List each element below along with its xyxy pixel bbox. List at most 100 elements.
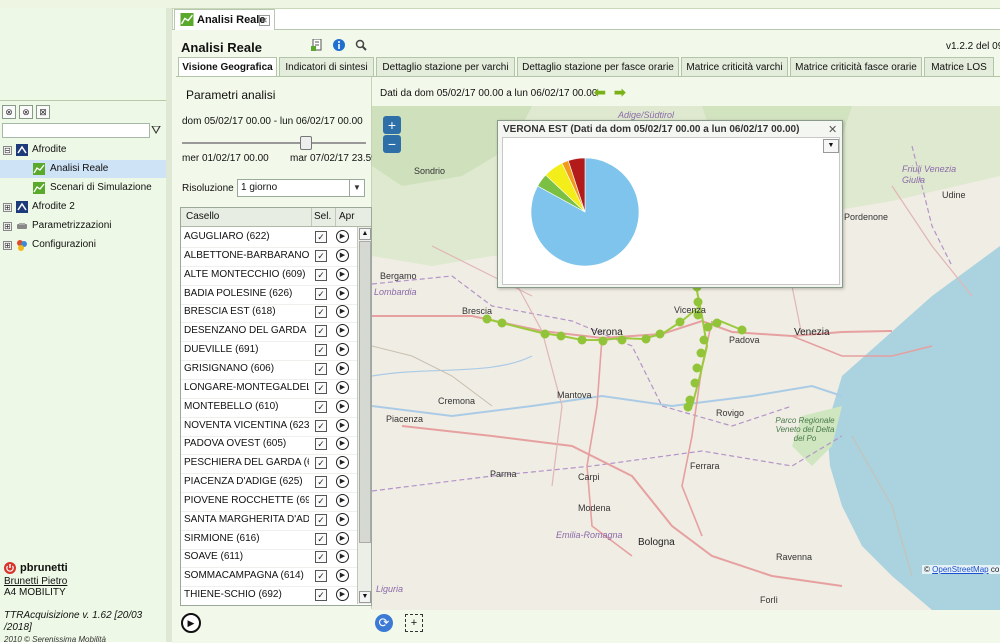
tree-item-afrodite[interactable]: ⊟ Afrodite [0,141,166,159]
tab-matrice-criticita-varchi[interactable]: Matrice criticità varchi [681,57,788,77]
power-icon[interactable] [4,562,16,574]
info-icon[interactable] [333,39,345,51]
select-checkbox[interactable]: ✓ [315,287,327,300]
select-checkbox[interactable]: ✓ [315,494,327,507]
play-all-button[interactable]: ▶ [181,613,201,633]
map-zoom-in-button[interactable]: + [383,116,401,134]
select-checkbox[interactable]: ✓ [315,268,327,281]
table-row[interactable]: DUEVILLE (691) ✓ ▶ [181,341,357,362]
col-casello[interactable]: Casello [186,208,219,226]
select-checkbox[interactable]: ✓ [315,381,327,394]
collapse-all-icon[interactable]: ⊗ [2,105,16,119]
select-checkbox[interactable]: ✓ [315,457,327,470]
open-play-icon[interactable]: ▶ [336,531,349,545]
select-checkbox[interactable]: ✓ [315,325,327,338]
time-slider-handle[interactable] [300,136,313,150]
tab-visione-geografica[interactable]: Visione Geografica [178,57,277,78]
search-icon[interactable] [355,39,367,51]
open-play-icon[interactable]: ▶ [336,588,349,602]
close-tab-icon[interactable]: ✕ [259,15,270,26]
open-play-icon[interactable]: ▶ [336,418,349,432]
select-checkbox[interactable]: ✓ [315,362,327,375]
nav-filter-input[interactable] [2,123,150,138]
arrow-left-icon[interactable]: ⬅ [594,84,606,101]
open-play-icon[interactable]: ▶ [336,286,349,300]
open-play-icon[interactable]: ▶ [336,550,349,564]
tab-dettaglio-fasce-orarie[interactable]: Dettaglio stazione per fasce orarie [517,57,679,77]
select-checkbox[interactable]: ✓ [315,438,327,451]
table-row[interactable]: PESCHIERA DEL GARDA (613 ✓ ▶ [181,454,357,475]
open-play-icon[interactable]: ▶ [336,399,349,413]
table-row[interactable]: SOMMACAMPAGNA (614) ✓ ▶ [181,567,357,588]
open-play-icon[interactable]: ▶ [336,512,349,526]
open-play-icon[interactable]: ▶ [336,230,349,243]
col-apri[interactable]: Apr [339,208,355,226]
tree-expand-icon[interactable]: ⊞ [3,222,12,231]
select-checkbox[interactable]: ✓ [315,249,327,262]
filter-icon[interactable]: ⛛ [151,123,161,138]
scroll-down-icon[interactable]: ▼ [359,591,371,603]
time-slider-track[interactable] [182,142,366,144]
resolution-select[interactable]: 1 giorno ▼ [237,179,365,197]
select-checkbox[interactable]: ✓ [315,306,327,319]
table-row[interactable]: THIENE-SCHIO (692) ✓ ▶ [181,586,357,605]
zoom-box-icon[interactable]: + [405,614,423,632]
table-row[interactable]: NOVENTA VICENTINA (623) ✓ ▶ [181,417,357,437]
open-play-icon[interactable]: ▶ [336,305,349,319]
table-row[interactable]: PIOVENE ROCCHETTE (693) ✓ ▶ [181,492,357,512]
open-play-icon[interactable]: ▶ [336,343,349,357]
open-play-icon[interactable]: ▶ [336,380,349,394]
arrow-right-icon[interactable]: ➡ [614,84,626,101]
tree-item-analisi-reale[interactable]: Analisi Reale [0,160,166,178]
col-sel[interactable]: Sel. [314,208,331,226]
tab-matrice-los[interactable]: Matrice LOS [924,57,994,77]
table-row[interactable]: SOAVE (611) ✓ ▶ [181,548,357,569]
scroll-thumb[interactable] [359,241,371,543]
tab-analisi-reale[interactable]: Analisi Reale ✕ [174,9,275,30]
table-row[interactable]: PADOVA OVEST (605) ✓ ▶ [181,435,357,456]
select-checkbox[interactable]: ✓ [315,513,327,526]
select-checkbox[interactable]: ✓ [315,419,327,432]
tree-collapse-icon[interactable]: ⊟ [3,146,12,155]
open-play-icon[interactable]: ▶ [336,437,349,451]
map-zoom-out-button[interactable]: − [383,135,401,153]
select-checkbox[interactable]: ✓ [315,231,327,243]
open-play-icon[interactable]: ▶ [336,456,349,470]
open-play-icon[interactable]: ▶ [336,267,349,281]
tree-item-configurazioni[interactable]: ⊞ Configurazioni [0,236,166,254]
open-play-icon[interactable]: ▶ [336,248,349,262]
table-row[interactable]: DESENZANO DEL GARDA (617 ✓ ▶ [181,322,357,343]
tree-expand-icon[interactable]: ⊞ [3,241,12,250]
chevron-down-icon[interactable]: ▼ [349,180,364,196]
tree-item-parametrizzazioni[interactable]: ⊞ Parametrizzazioni [0,217,166,235]
open-play-icon[interactable]: ▶ [336,569,349,583]
scroll-up-icon[interactable]: ▲ [359,228,371,240]
table-row[interactable]: AGUGLIARO (622) ✓ ▶ [181,228,357,248]
select-checkbox[interactable]: ✓ [315,551,327,564]
open-play-icon[interactable]: ▶ [336,361,349,375]
select-checkbox[interactable]: ✓ [315,344,327,357]
select-checkbox[interactable]: ✓ [315,532,327,545]
table-row[interactable]: BADIA POLESINE (626) ✓ ▶ [181,285,357,305]
table-row[interactable]: SIRMIONE (616) ✓ ▶ [181,530,357,550]
tab-matrice-criticita-fasce[interactable]: Matrice criticità fasce orarie [790,57,922,77]
openstreetmap-link[interactable]: OpenStreetMap [932,565,988,574]
refresh-icon[interactable]: ⟳ [375,614,393,632]
tab-dettaglio-varchi[interactable]: Dettaglio stazione per varchi [376,57,515,77]
select-checkbox[interactable]: ✓ [315,476,327,489]
popup-close-icon[interactable]: ✕ [828,123,837,136]
table-row[interactable]: MONTEBELLO (610) ✓ ▶ [181,398,357,418]
select-checkbox[interactable]: ✓ [315,400,327,413]
document-icon[interactable] [311,39,323,51]
table-row[interactable]: LONGARE-MONTEGALDELLA ✓ ▶ [181,379,357,399]
close-all-icon[interactable]: ⊠ [36,105,50,119]
table-row[interactable]: PIACENZA D'ADIGE (625) ✓ ▶ [181,473,357,494]
tree-item-afrodite-2[interactable]: ⊞ Afrodite 2 [0,198,166,216]
table-row[interactable]: GRISIGNANO (606) ✓ ▶ [181,360,357,380]
open-play-icon[interactable]: ▶ [336,475,349,489]
open-play-icon[interactable]: ▶ [336,324,349,338]
tree-expand-icon[interactable]: ⊞ [3,203,12,212]
grid-scrollbar[interactable]: ▲ ▼ [357,227,371,604]
table-row[interactable]: BRESCIA EST (618) ✓ ▶ [181,303,357,324]
user-full-name-link[interactable]: Brunetti Pietro [4,576,67,587]
